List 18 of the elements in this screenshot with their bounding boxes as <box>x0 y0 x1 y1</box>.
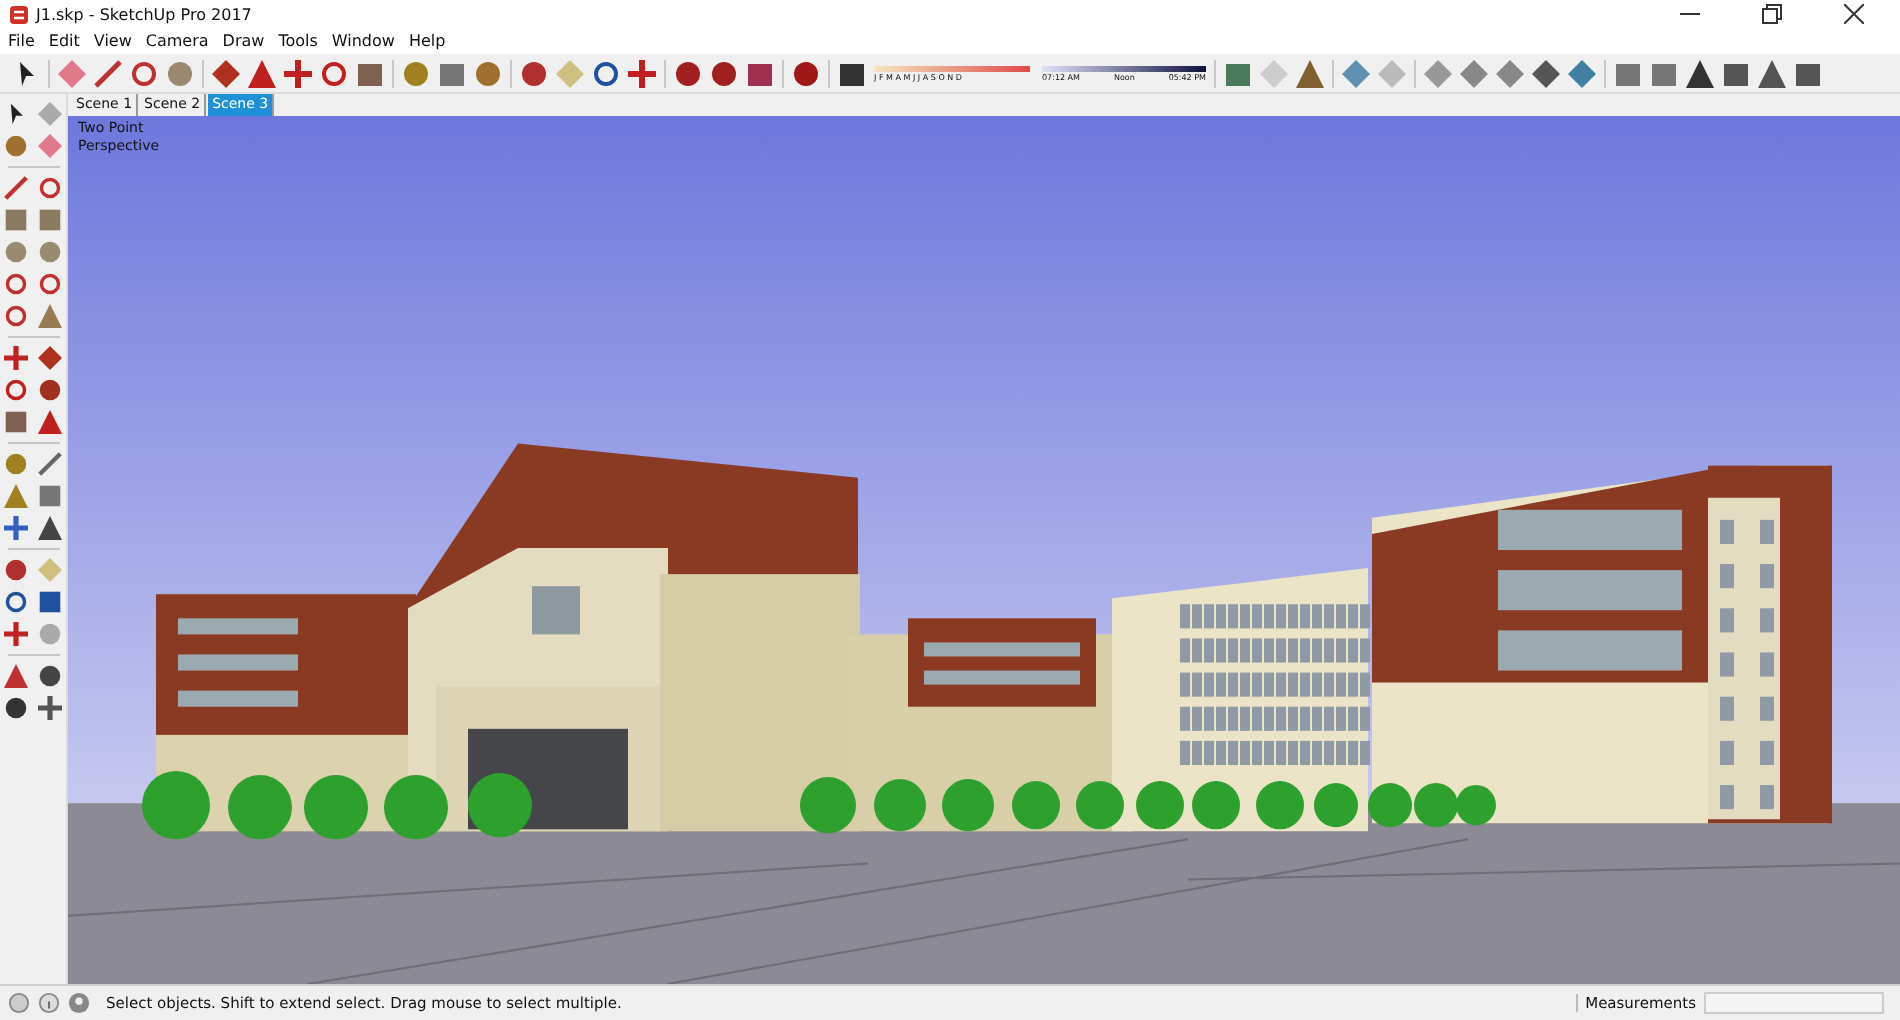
menu-item[interactable]: Tools <box>278 32 318 50</box>
measurements-field[interactable] <box>1704 992 1884 1014</box>
circle-icon[interactable] <box>166 59 194 87</box>
menu-item[interactable]: Help <box>408 32 446 50</box>
menu-item[interactable]: File <box>8 32 35 50</box>
pencil-icon[interactable] <box>4 176 28 200</box>
menu-item[interactable]: Edit <box>48 32 80 50</box>
circle-icon[interactable] <box>4 240 28 264</box>
window-title: J1.skp - SketchUp Pro 2017 <box>36 5 252 23</box>
menu-item[interactable]: Draw <box>222 32 265 50</box>
menu-item[interactable]: View <box>93 32 132 50</box>
menu-item[interactable]: Window <box>331 32 395 50</box>
date-slider-track[interactable] <box>874 65 1030 71</box>
time-slider-track[interactable] <box>1042 65 1206 71</box>
pencil-icon[interactable] <box>94 59 122 87</box>
close-icon[interactable] <box>1844 4 1864 24</box>
restore-icon[interactable] <box>1762 4 1782 24</box>
menu-item[interactable]: Camera <box>145 32 209 50</box>
